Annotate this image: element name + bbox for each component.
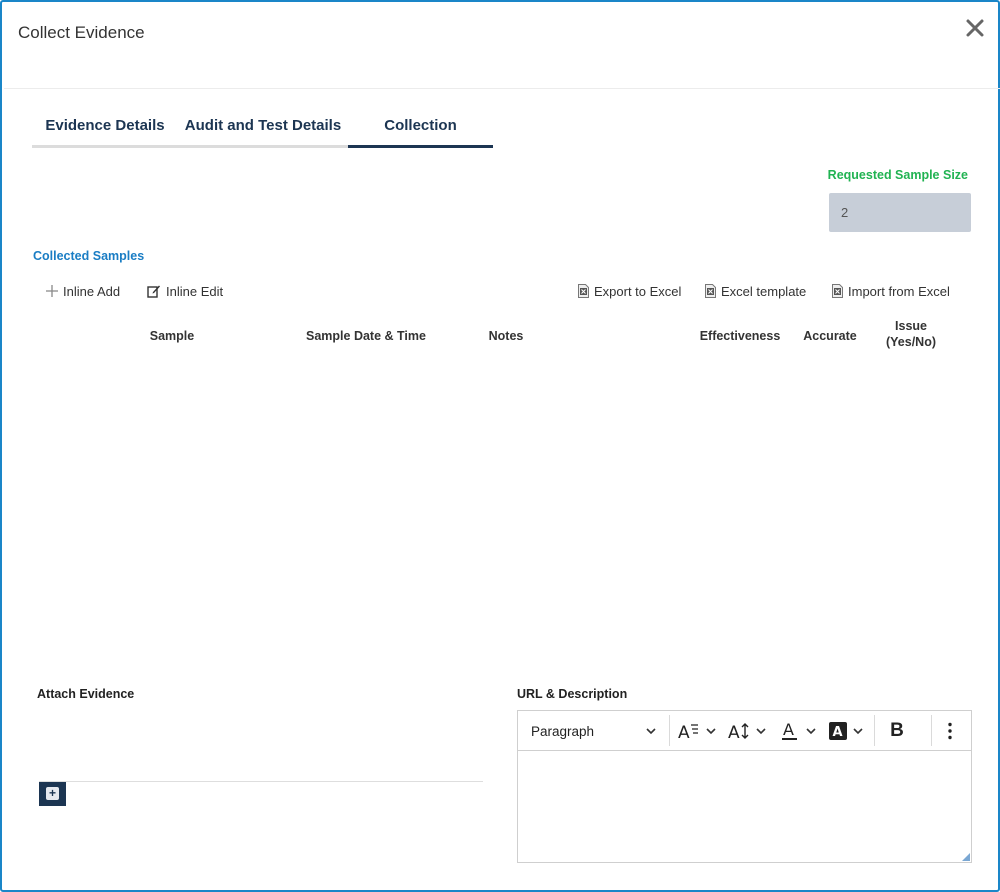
close-icon <box>966 19 984 37</box>
font-size-dropdown[interactable]: A <box>728 711 772 751</box>
import-from-excel-label: Import from Excel <box>848 283 950 299</box>
inline-add-button[interactable]: Inline Add <box>46 281 120 301</box>
chevron-down-icon <box>806 728 816 735</box>
column-header-sample-date-time[interactable]: Sample Date & Time <box>296 329 436 343</box>
more-vertical-icon <box>948 722 952 740</box>
column-header-sample[interactable]: Sample <box>132 329 212 343</box>
edit-icon <box>147 285 160 298</box>
bold-button[interactable]: B <box>885 711 909 751</box>
import-from-excel-button[interactable]: Import from Excel <box>832 281 950 301</box>
url-description-editor[interactable] <box>517 750 972 863</box>
excel-template-label: Excel template <box>721 283 807 299</box>
collected-samples-label: Collected Samples <box>33 249 145 263</box>
dialog-header: Collect Evidence <box>4 4 1000 89</box>
export-to-excel-button[interactable]: Export to Excel <box>578 281 681 301</box>
font-size-icon: A <box>728 723 749 741</box>
url-description-label: URL & Description <box>517 687 628 701</box>
inline-add-label: Inline Add <box>63 283 121 299</box>
excel-file-icon <box>832 284 843 298</box>
column-header-accurate[interactable]: Accurate <box>798 329 862 343</box>
column-header-notes[interactable]: Notes <box>476 329 536 343</box>
resize-grip-icon[interactable] <box>962 853 970 861</box>
more-options-button[interactable] <box>942 711 958 751</box>
plus-icon: + <box>46 787 59 800</box>
font-color-icon: A <box>782 720 797 740</box>
toolbar-separator <box>874 715 875 746</box>
dialog-title: Collect Evidence <box>18 23 145 42</box>
svg-text:A: A <box>783 720 794 739</box>
inline-edit-label: Inline Edit <box>166 283 224 299</box>
toolbar-separator <box>931 715 932 746</box>
bold-icon: B <box>890 720 904 741</box>
svg-text:A: A <box>678 723 690 741</box>
excel-file-icon <box>705 284 716 298</box>
column-header-issue[interactable]: Issue (Yes/No) <box>872 319 950 349</box>
requested-sample-size-label: Requested Sample Size <box>827 168 968 182</box>
highlight-color-dropdown[interactable]: A <box>829 711 869 751</box>
chevron-down-icon <box>853 728 863 735</box>
tab-evidence-details[interactable]: Evidence Details <box>32 106 178 148</box>
inline-edit-button[interactable]: Inline Edit <box>147 281 223 301</box>
block-format-value: Paragraph <box>531 723 595 739</box>
export-to-excel-label: Export to Excel <box>594 283 682 299</box>
plus-icon <box>46 285 58 297</box>
font-family-icon: A <box>678 723 698 741</box>
chevron-down-icon <box>646 728 656 735</box>
dialog-frame: Collect Evidence Evidence Details Audit … <box>0 0 1000 892</box>
rich-text-editor: Paragraph A A A A B <box>517 710 972 863</box>
svg-text:A: A <box>728 723 740 741</box>
column-header-issue-line2: (Yes/No) <box>885 335 936 349</box>
close-button[interactable] <box>963 16 987 40</box>
tab-bar: Evidence Details Audit and Test Details … <box>32 106 493 148</box>
column-header-issue-line1: Issue <box>895 319 927 333</box>
tab-collection[interactable]: Collection <box>348 106 493 148</box>
block-format-dropdown[interactable]: Paragraph <box>531 711 661 751</box>
svg-text:A: A <box>833 725 843 740</box>
column-header-effectiveness[interactable]: Effectiveness <box>692 329 788 343</box>
chevron-down-icon <box>706 728 716 735</box>
attach-evidence-divider <box>39 781 483 782</box>
font-color-dropdown[interactable]: A <box>781 711 819 751</box>
requested-sample-size-field: 2 <box>829 193 971 232</box>
highlight-color-icon: A <box>829 722 847 740</box>
excel-template-button[interactable]: Excel template <box>705 281 806 301</box>
font-family-dropdown[interactable]: A <box>678 711 720 751</box>
editor-toolbar: Paragraph A A A A B <box>517 710 972 750</box>
chevron-down-icon <box>756 728 766 735</box>
tab-audit-and-test-details[interactable]: Audit and Test Details <box>178 106 348 148</box>
add-attachment-button[interactable]: + <box>39 782 66 806</box>
excel-file-icon <box>578 284 589 298</box>
attach-evidence-label: Attach Evidence <box>37 687 135 701</box>
toolbar-separator <box>669 715 670 746</box>
